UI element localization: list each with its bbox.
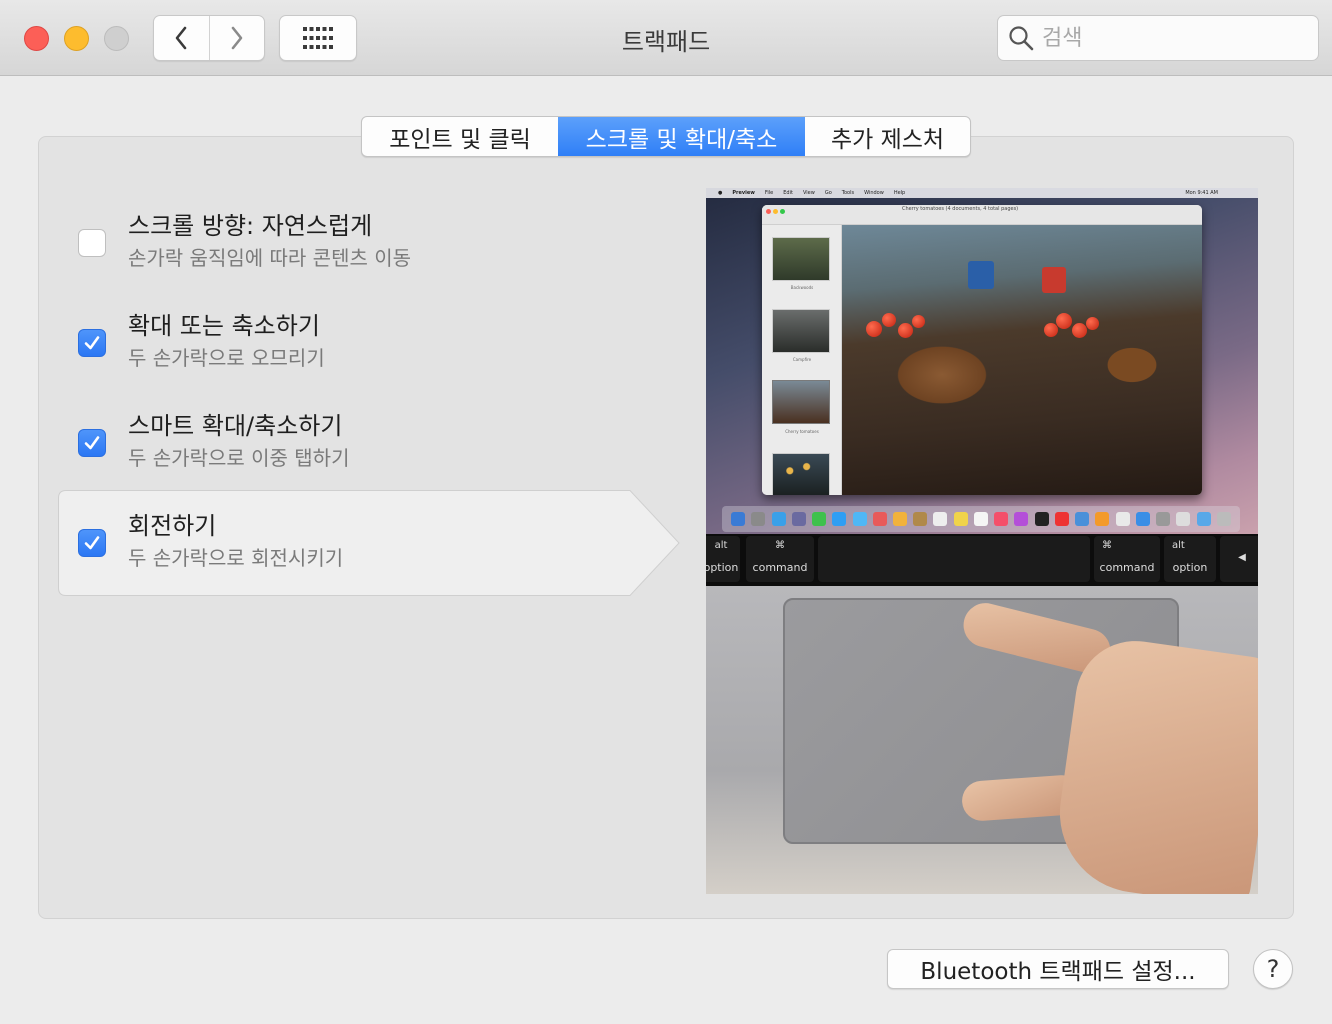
tab-scroll-and-zoom[interactable]: 스크롤 및 확대/축소 <box>558 117 805 156</box>
menubar-item: File <box>764 190 774 196</box>
keyboard-bottom-row: alt option ⌘ command ⌘ command alt optio… <box>706 534 1258 586</box>
show-all-button[interactable] <box>279 15 357 61</box>
tab-point-and-click[interactable]: 포인트 및 클릭 <box>362 117 558 156</box>
option-zoom-in-out[interactable]: 확대 또는 축소하기 두 손가락으로 오므리기 <box>58 290 678 390</box>
chevron-left-icon <box>175 26 187 50</box>
key-command-left: ⌘ command <box>746 536 814 582</box>
tab-bar: 포인트 및 클릭 스크롤 및 확대/축소 추가 제스처 <box>361 116 971 157</box>
checkmark-icon <box>84 536 100 550</box>
thumbnail <box>772 309 830 353</box>
title-bar: 트랙패드 <box>0 0 1332 76</box>
rotate-checkbox[interactable] <box>78 529 106 557</box>
key-option-left: alt option <box>706 536 740 582</box>
preview-screen: ● Preview File Edit View Go Tools Window… <box>706 188 1258 534</box>
preview-photo <box>842 225 1202 495</box>
photo-mug <box>1042 267 1066 293</box>
option-scroll-direction[interactable]: 스크롤 방향: 자연스럽게 손가락 움직임에 따라 콘텐츠 이동 <box>58 190 678 290</box>
thumbnail <box>772 453 830 495</box>
close-window-button[interactable] <box>24 26 49 51</box>
menubar-item: Preview <box>732 190 755 196</box>
checkmark-icon <box>84 436 100 450</box>
preview-toolbar: Cherry tomatoes (4 documents, 4 total pa… <box>762 205 1202 225</box>
search-field[interactable] <box>997 15 1319 61</box>
preview-window-caption: Cherry tomatoes (4 documents, 4 total pa… <box>902 206 1019 212</box>
option-smart-zoom[interactable]: 스마트 확대/축소하기 두 손가락으로 이중 탭하기 <box>58 390 678 490</box>
option-title: 스마트 확대/축소하기 <box>128 412 343 440</box>
thumbnail <box>772 380 830 424</box>
search-input[interactable] <box>1042 25 1302 51</box>
minimize-window-button[interactable] <box>64 26 89 51</box>
option-rotate[interactable]: 회전하기 두 손가락으로 회전시키기 <box>58 490 678 590</box>
zoom-in-out-checkbox[interactable] <box>78 329 106 357</box>
menubar-item: Help <box>893 190 906 196</box>
key-command-right: ⌘ command <box>1094 536 1160 582</box>
back-button[interactable] <box>154 16 209 60</box>
grid-icon <box>303 27 333 49</box>
menubar-item: View <box>802 190 815 196</box>
zoom-window-button[interactable] <box>104 26 129 51</box>
option-title: 회전하기 <box>128 512 217 540</box>
help-button[interactable]: ? <box>1253 949 1293 989</box>
preview-app-window: Cherry tomatoes (4 documents, 4 total pa… <box>762 205 1202 495</box>
option-title: 스크롤 방향: 자연스럽게 <box>128 212 373 240</box>
navigation-buttons <box>153 15 265 61</box>
smart-zoom-checkbox[interactable] <box>78 429 106 457</box>
key-arrow-left: ◀ <box>1220 536 1258 582</box>
preview-menubar: ● Preview File Edit View Go Tools Window… <box>706 188 1258 198</box>
option-subtitle: 두 손가락으로 오므리기 <box>128 346 325 370</box>
option-subtitle: 손가락 움직임에 따라 콘텐츠 이동 <box>128 246 412 270</box>
chevron-right-icon <box>231 26 243 50</box>
preview-dock <box>722 506 1240 532</box>
thumbnail-label: Cherry tomatoes <box>785 429 819 434</box>
window-title: 트랙패드 <box>621 28 711 56</box>
bluetooth-trackpad-setup-button[interactable]: Bluetooth 트랙패드 설정... <box>887 949 1229 989</box>
preview-sidebar: Backwoods Campfire Cherry tomatoes <box>762 225 842 495</box>
menubar-item: Go <box>824 190 832 196</box>
menubar-item: Tools <box>841 190 855 196</box>
option-subtitle: 두 손가락으로 회전시키기 <box>128 546 344 570</box>
thumbnail <box>772 237 830 281</box>
photo-mug <box>968 261 994 289</box>
apple-icon: ● <box>718 190 723 196</box>
key-space <box>818 536 1090 582</box>
thumbnail-label: Backwoods <box>790 285 814 290</box>
forward-button[interactable] <box>208 16 265 60</box>
tab-more-gestures[interactable]: 추가 제스처 <box>805 117 970 156</box>
menubar-clock: Mon 9:41 AM <box>1185 190 1218 196</box>
search-icon <box>1009 26 1034 51</box>
gesture-preview-video: ● Preview File Edit View Go Tools Window… <box>706 188 1258 894</box>
key-option-right: alt option <box>1164 536 1216 582</box>
menubar-item: Edit <box>783 190 793 196</box>
scroll-direction-checkbox[interactable] <box>78 229 106 257</box>
option-subtitle: 두 손가락으로 이중 탭하기 <box>128 446 350 470</box>
laptop-chassis <box>706 586 1258 894</box>
menubar-item: Window <box>864 190 884 196</box>
thumbnail-label: Campfire <box>792 357 812 362</box>
option-title: 확대 또는 축소하기 <box>128 312 320 340</box>
checkmark-icon <box>84 336 100 350</box>
trackpad-preferences-window: 트랙패드 포인트 및 클릭 스크롤 및 확대/축소 추가 제스처 스크롤 방향:… <box>0 0 1332 1024</box>
